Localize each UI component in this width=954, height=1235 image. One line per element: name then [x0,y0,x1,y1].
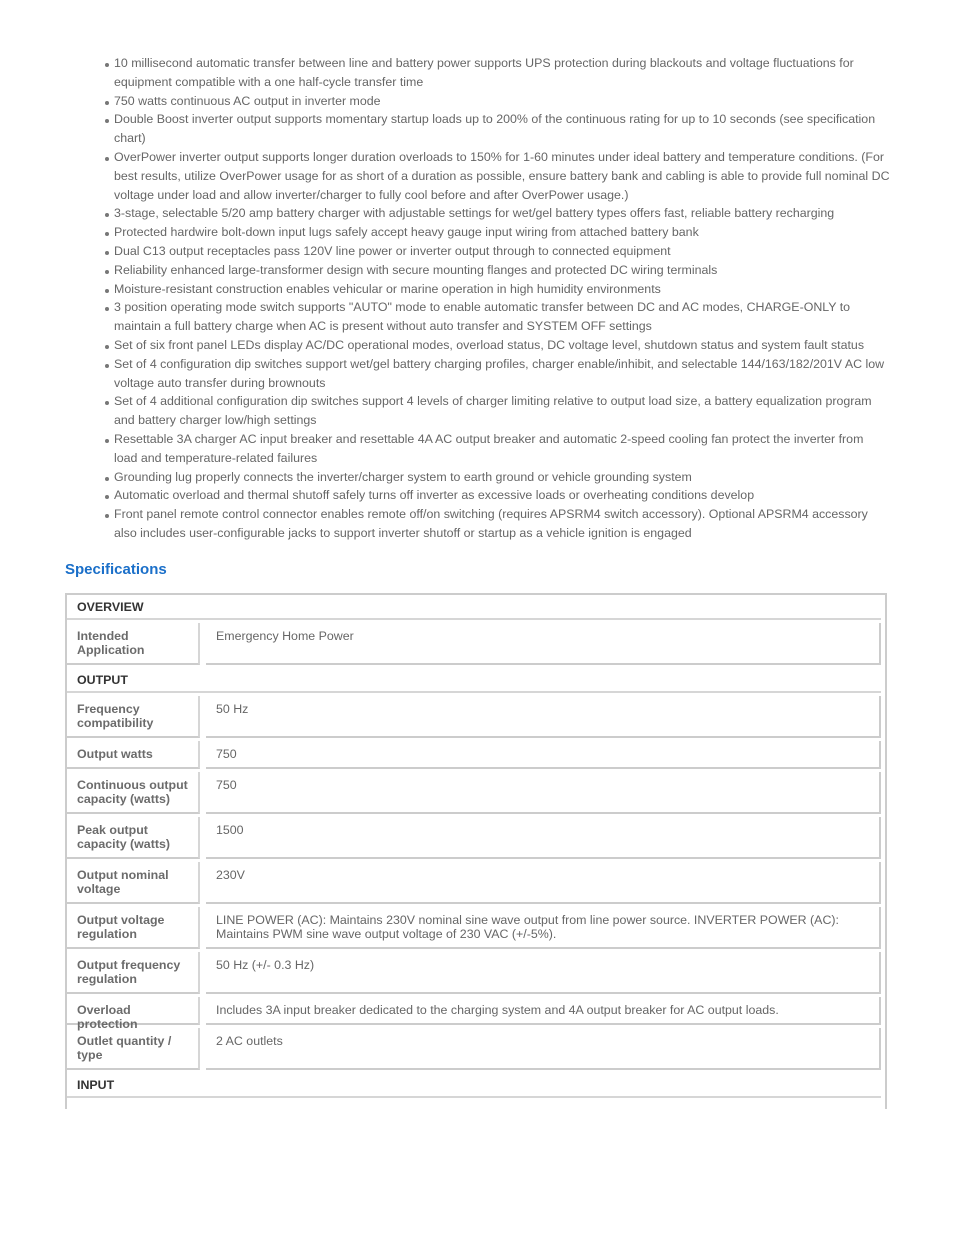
bullet-icon [105,156,109,161]
spec-label: Output nominal voltage [67,862,200,904]
section-header-output: OUTPUT [67,668,881,693]
spec-row: Intended Application Emergency Home Powe… [67,623,881,665]
feature-text: OverPower inverter output supports longe… [114,149,890,202]
section-header-overview: OVERVIEW [67,595,881,620]
feature-item: Protected hardwire bolt-down input lugs … [100,223,890,242]
spec-label: Frequency compatibility [67,696,200,738]
feature-item: Resettable 3A charger AC input breaker a… [100,430,890,468]
section-header-input: INPUT [67,1073,881,1098]
feature-item: Grounding lug properly connects the inve… [100,468,890,487]
spec-label: Output frequency regulation [67,952,200,994]
bullet-icon [105,401,109,406]
spec-value: 2 AC outlets [206,1028,881,1070]
bullet-icon [105,307,109,312]
feature-item: Moisture-resistant construction enables … [100,280,890,299]
spec-row: Output frequency regulation 50 Hz (+/- 0… [67,952,881,994]
feature-text: Set of 4 additional configuration dip sw… [114,394,872,428]
bullet-icon [105,213,109,218]
feature-text: Automatic overload and thermal shutoff s… [114,488,755,503]
feature-item: 3 position operating mode switch support… [100,298,890,336]
bullet-icon [105,232,109,237]
bullet-icon [105,100,109,105]
feature-text: 3 position operating mode switch support… [114,300,851,334]
feature-text: 3-stage, selectable 5/20 amp battery cha… [114,206,835,221]
feature-text: 10 millisecond automatic transfer betwee… [114,56,854,89]
bullet-icon [105,119,109,124]
feature-text: Resettable 3A charger AC input breaker a… [114,431,864,465]
bullet-icon [105,514,109,519]
bullet-icon [105,63,109,67]
specifications-table: OVERVIEW Intended Application Emergency … [65,593,887,1109]
spec-label: Peak output capacity (watts) [67,817,200,859]
feature-item: Dual C13 output receptacles pass 120V li… [100,242,890,261]
spec-value: 50 Hz [206,696,881,738]
bullet-icon [105,269,109,274]
feature-text: Reliability enhanced large-transformer d… [114,262,718,277]
spec-value: 750 [206,772,881,814]
bullet-icon [105,495,109,500]
feature-text: Set of six front panel LEDs display AC/D… [114,337,865,352]
spec-label: Intended Application [67,623,200,665]
feature-list: 10 millisecond automatic transfer betwee… [100,54,890,543]
bullet-icon [105,363,109,368]
specifications-heading: Specifications [65,561,167,578]
bullet-icon [105,250,109,255]
bullet-icon [105,344,109,349]
feature-text: Protected hardwire bolt-down input lugs … [114,225,699,240]
feature-text: Front panel remote control connector ena… [114,507,868,540]
spec-value: 50 Hz (+/- 0.3 Hz) [206,952,881,994]
spec-row: Output voltage regulation LINE POWER (AC… [67,907,881,949]
feature-item: OverPower inverter output supports longe… [100,148,890,204]
spec-label: Continuous output capacity (watts) [67,772,200,814]
spec-value: Includes 3A input breaker dedicated to t… [206,997,881,1025]
bullet-icon [105,288,109,293]
spec-value: LINE POWER (AC): Maintains 230V nominal … [206,907,881,949]
feature-item: Automatic overload and thermal shutoff s… [100,486,890,505]
spec-label: Overload protection [67,997,200,1031]
spec-row: Output watts 750 [67,741,881,769]
spec-row: Frequency compatibility 50 Hz [67,696,881,738]
feature-text: Set of 4 configuration dip switches supp… [114,356,885,390]
feature-item: Set of 4 configuration dip switches supp… [100,355,890,393]
bullet-icon [105,438,109,443]
feature-text: Moisture-resistant construction enables … [114,281,661,296]
spec-row: Peak output capacity (watts) 1500 [67,817,881,859]
spec-row: Outlet quantity / type 2 AC outlets [67,1028,881,1070]
spec-value: 230V [206,862,881,904]
feature-text: Double Boost inverter output supports mo… [114,112,876,146]
spec-label: Output voltage regulation [67,907,200,949]
bullet-icon [105,476,109,481]
feature-item: Set of six front panel LEDs display AC/D… [100,336,890,355]
feature-item: Reliability enhanced large-transformer d… [100,261,890,280]
feature-item: 750 watts continuous AC output in invert… [100,92,890,111]
spec-row: Continuous output capacity (watts) 750 [67,772,881,814]
feature-item: Double Boost inverter output supports mo… [100,110,890,148]
feature-text: 750 watts continuous AC output in invert… [114,93,381,108]
spec-value: 1500 [206,817,881,859]
spec-label: Output watts [67,741,200,769]
spec-label: Outlet quantity / type [67,1028,200,1070]
feature-item: Set of 4 additional configuration dip sw… [100,392,890,430]
spec-value: Emergency Home Power [206,623,881,665]
feature-item: 3-stage, selectable 5/20 amp battery cha… [100,204,890,223]
feature-item: Front panel remote control connector ena… [100,505,890,543]
spec-value: 750 [206,741,881,769]
spec-row: Overload protection Includes 3A input br… [67,997,881,1031]
feature-text: Dual C13 output receptacles pass 120V li… [114,243,671,258]
feature-text: Grounding lug properly connects the inve… [114,469,692,484]
feature-item: 10 millisecond automatic transfer betwee… [100,54,890,92]
spec-row: Output nominal voltage 230V [67,862,881,904]
